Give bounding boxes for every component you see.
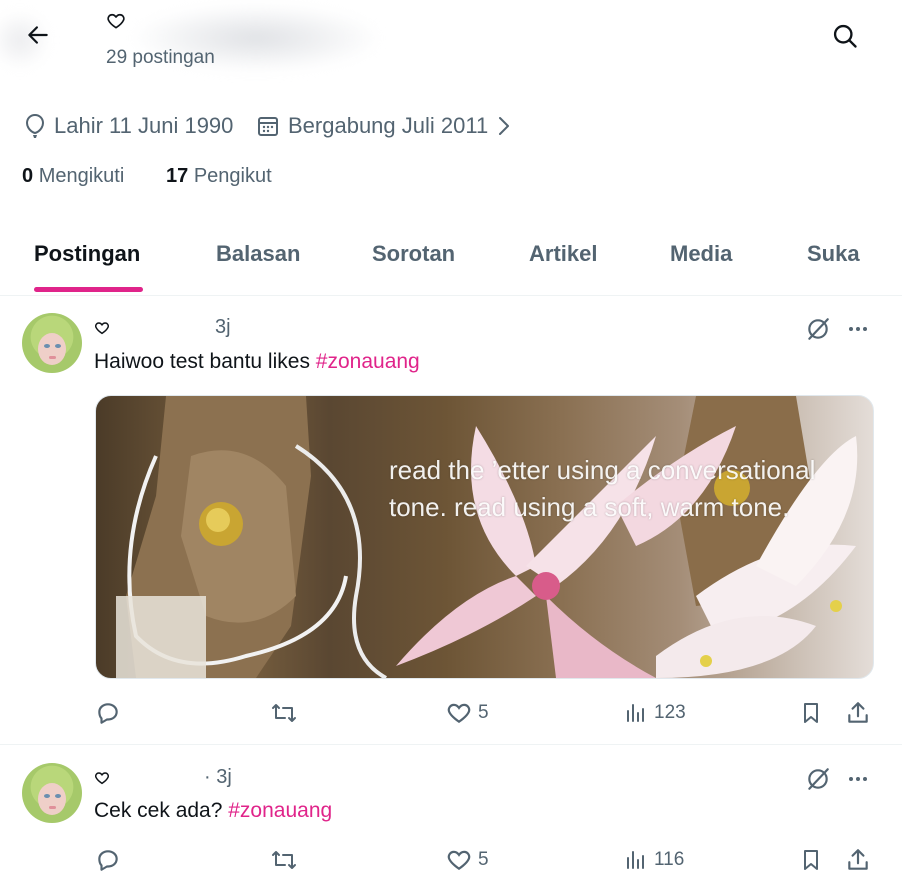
bar-chart-icon xyxy=(627,704,644,722)
arrow-left-icon xyxy=(28,26,48,44)
post-text-body: Cek cek ada? xyxy=(94,799,229,822)
like-button[interactable]: 5 xyxy=(446,700,489,726)
balloon-icon xyxy=(25,113,45,138)
hashtag-link[interactable]: #zonauang xyxy=(316,350,420,373)
birth-date-text: Lahir 11 Juni 1990 xyxy=(54,113,234,138)
views-button[interactable]: 116 xyxy=(624,847,684,873)
heart-icon xyxy=(94,770,110,786)
heart-icon xyxy=(106,11,126,31)
share-button[interactable] xyxy=(845,847,877,873)
repost-icon xyxy=(272,851,296,869)
view-count: 123 xyxy=(654,702,686,723)
reply-button[interactable] xyxy=(95,847,127,873)
tab-postingan[interactable]: Postingan xyxy=(34,241,140,267)
birth-date: Lahir 11 Juni 1990 xyxy=(24,112,233,140)
bookmark-button[interactable] xyxy=(799,847,829,873)
bar-chart-icon xyxy=(627,851,644,869)
tab-suka[interactable]: Suka xyxy=(807,241,860,267)
grok-button[interactable] xyxy=(803,314,833,344)
grok-button[interactable] xyxy=(803,764,833,794)
reply-icon xyxy=(98,703,118,724)
tab-artikel[interactable]: Artikel xyxy=(529,241,597,267)
share-icon xyxy=(848,849,868,870)
grok-icon xyxy=(808,318,829,340)
back-button[interactable] xyxy=(18,15,58,55)
avatar[interactable] xyxy=(22,313,82,373)
active-tab-indicator xyxy=(34,287,143,292)
hashtag-link[interactable]: #zonauang xyxy=(228,799,332,822)
tab-sorotan[interactable]: Sorotan xyxy=(372,241,455,267)
reply-icon xyxy=(98,850,118,871)
avatar[interactable] xyxy=(22,763,82,823)
post-image-art xyxy=(116,396,858,678)
like-button[interactable]: 5 xyxy=(446,847,489,873)
search-button[interactable] xyxy=(824,15,866,57)
profile-tabs: Postingan Balasan Sorotan Artikel Media … xyxy=(0,225,902,296)
repost-button[interactable] xyxy=(270,847,304,873)
join-date[interactable]: Bergabung Juli 2011 xyxy=(256,112,514,140)
following-label: Mengikuti xyxy=(38,165,125,187)
followers-count: 17 xyxy=(166,165,189,187)
post-text: Haiwoo test bantu likes #zonauang xyxy=(94,350,420,374)
post-text: Cek cek ada? #zonauang xyxy=(94,799,332,823)
join-date-text: Bergabung Juli 2011 xyxy=(288,113,489,138)
calendar-icon xyxy=(258,117,278,136)
post-text-body: Haiwoo test bantu likes xyxy=(94,350,316,373)
following-link[interactable]: 0 Mengikuti xyxy=(22,165,124,188)
share-icon xyxy=(848,702,868,723)
repost-button[interactable] xyxy=(270,700,304,726)
bookmark-icon xyxy=(804,850,818,870)
followers-link[interactable]: 17 Pengikut xyxy=(166,165,272,188)
view-count: 116 xyxy=(654,849,685,870)
post-count: 29 postingan xyxy=(106,47,215,68)
image-overlay-text: read the ’etter using a conversational t… xyxy=(389,455,816,522)
post-image[interactable]: read the ’etter using a conversational t… xyxy=(95,395,874,679)
following-count: 0 xyxy=(22,165,34,187)
more-horizontal-icon xyxy=(849,327,867,331)
repost-icon xyxy=(272,704,296,722)
heart-icon xyxy=(447,850,471,870)
heart-icon xyxy=(94,320,110,336)
like-count: 5 xyxy=(478,702,489,723)
reply-button[interactable] xyxy=(95,700,127,726)
share-button[interactable] xyxy=(845,700,877,726)
post-time[interactable]: 3j xyxy=(215,316,231,339)
more-horizontal-icon xyxy=(849,777,867,781)
tab-media[interactable]: Media xyxy=(670,241,732,267)
bookmark-button[interactable] xyxy=(799,700,829,726)
more-button[interactable] xyxy=(843,314,873,344)
grok-icon xyxy=(808,768,829,790)
tab-balasan[interactable]: Balasan xyxy=(216,241,300,267)
followers-label: Pengikut xyxy=(193,165,272,187)
chevron-right-icon xyxy=(499,117,510,135)
views-button[interactable]: 123 xyxy=(624,700,686,726)
more-button[interactable] xyxy=(843,764,873,794)
bookmark-icon xyxy=(804,703,818,723)
like-count: 5 xyxy=(478,849,489,870)
search-icon xyxy=(833,24,857,48)
heart-icon xyxy=(447,703,471,723)
post-time[interactable]: · 3j xyxy=(204,766,232,789)
post-divider xyxy=(0,744,902,745)
